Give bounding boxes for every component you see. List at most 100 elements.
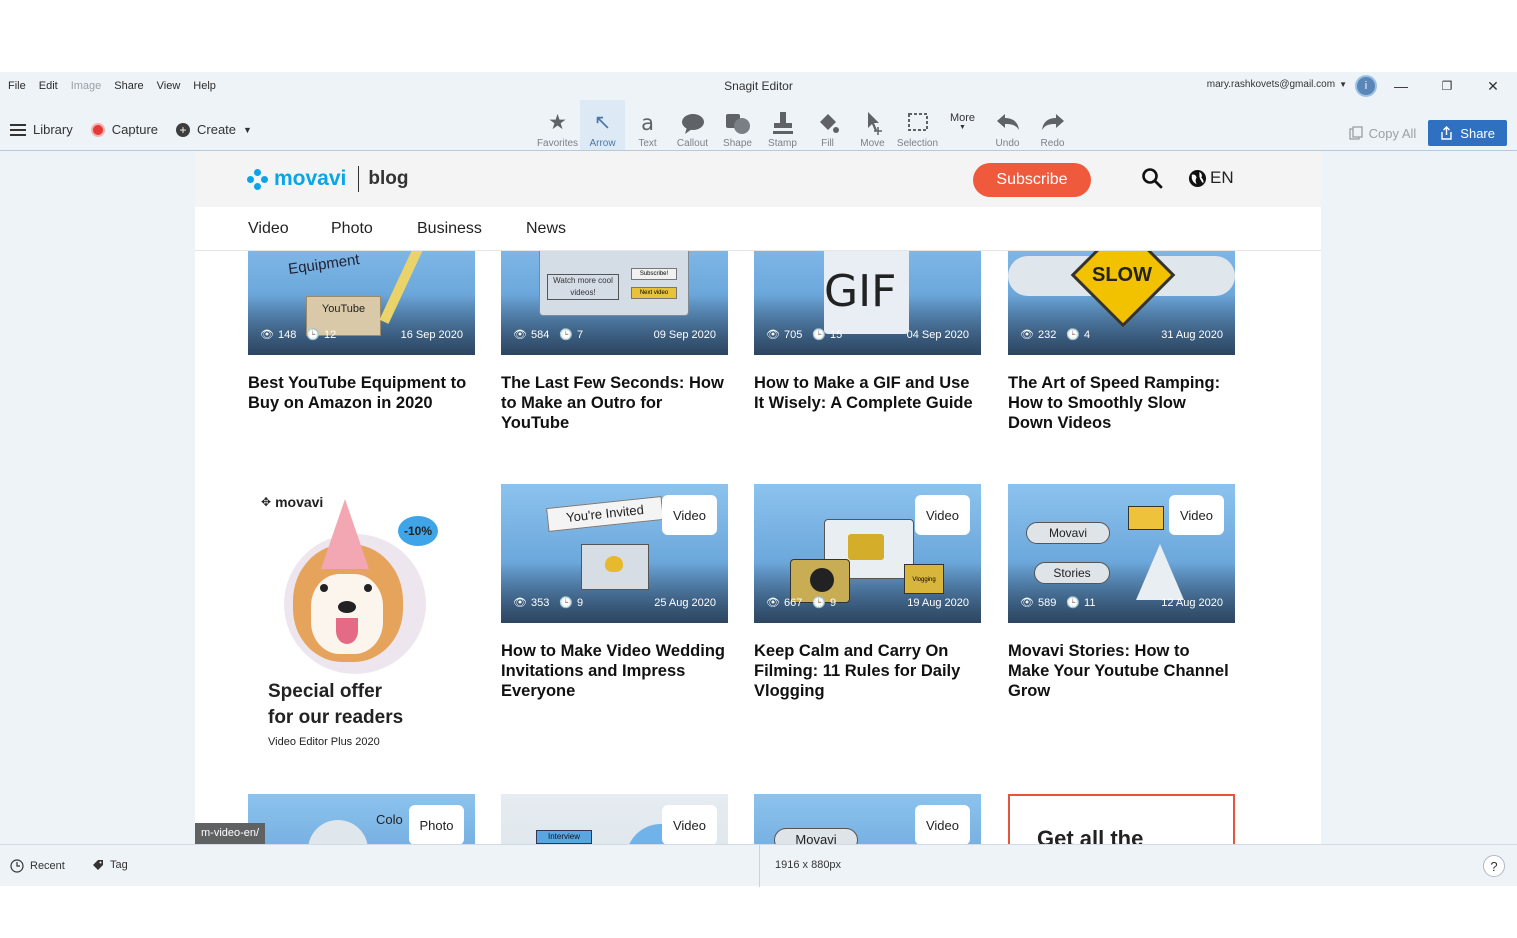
tool-callout[interactable]: Callout bbox=[670, 100, 715, 150]
article-title[interactable]: Keep Calm and Carry On Filming: 11 Rules… bbox=[754, 641, 981, 701]
move-icon bbox=[867, 112, 882, 135]
article-thumbnail[interactable]: Vlogging Video 👁 667 🕒 9 19 Aug 2020 bbox=[754, 484, 981, 623]
category-badge[interactable]: Video bbox=[1169, 495, 1224, 535]
article-thumbnail[interactable]: GIF 👁 705 🕒 15 04 Sep 2020 bbox=[754, 251, 981, 355]
tool-shape[interactable]: Shape bbox=[715, 100, 760, 150]
read-time: 🕒 12 bbox=[306, 328, 336, 342]
menu-image[interactable]: Image bbox=[71, 80, 102, 92]
newsletter-box[interactable]: Get all the bbox=[1008, 794, 1235, 844]
article-thumbnail[interactable]: You're Invited Video 👁 353 🕒 9 25 Aug 2020 bbox=[501, 484, 728, 623]
article-card[interactable]: Watch more cool videos! Subscribe! Next … bbox=[501, 251, 728, 433]
article-card[interactable]: You're Invited Video 👁 353 🕒 9 25 Aug 2020… bbox=[501, 484, 728, 701]
library-button[interactable]: Library bbox=[10, 122, 73, 137]
article-card[interactable]: Equipment YouTube 👁 148 🕒 12 16 Sep 2020 B… bbox=[248, 251, 475, 413]
article-card[interactable]: Colo Photo bbox=[248, 794, 475, 844]
nav-business[interactable]: Business bbox=[417, 220, 482, 238]
views-value: 584 bbox=[530, 328, 550, 341]
search-icon[interactable] bbox=[1141, 167, 1163, 189]
site-logo[interactable]: movavi blog bbox=[247, 166, 408, 192]
tool-more[interactable]: More ▼ bbox=[940, 100, 985, 150]
tool-arrow[interactable]: ↖ Arrow bbox=[580, 100, 625, 150]
read-time: 🕒 11 bbox=[1066, 596, 1096, 610]
article-meta: 👁 589 🕒 11 12 Aug 2020 bbox=[1020, 596, 1223, 610]
minutes-value: 11 bbox=[1084, 596, 1096, 609]
subscribe-button[interactable]: Subscribe bbox=[973, 163, 1091, 197]
avatar[interactable]: i bbox=[1355, 75, 1377, 97]
article-thumbnail[interactable]: SLOW 👁 232 🕒 4 31 Aug 2020 bbox=[1008, 251, 1235, 355]
url-tooltip: m-video-en/ bbox=[195, 823, 266, 844]
menu-file[interactable]: File bbox=[8, 80, 26, 92]
minimize-icon: — bbox=[1394, 78, 1408, 94]
menu-edit[interactable]: Edit bbox=[39, 80, 58, 92]
article-thumbnail[interactable]: Movavi Video bbox=[754, 794, 981, 844]
newsletter-heading: Get all the bbox=[1037, 826, 1144, 844]
tool-favorites[interactable]: ★ Favorites bbox=[535, 100, 580, 150]
tool-stamp[interactable]: Stamp bbox=[760, 100, 805, 150]
tool-label: Shape bbox=[723, 138, 752, 149]
article-thumbnail[interactable]: Colo Photo bbox=[248, 794, 475, 844]
menu-view[interactable]: View bbox=[157, 80, 181, 92]
article-date: 16 Sep 2020 bbox=[400, 328, 463, 341]
article-title[interactable]: Best YouTube Equipment to Buy on Amazon … bbox=[248, 373, 475, 413]
tool-label: Text bbox=[638, 138, 657, 149]
article-title[interactable]: How to Make Video Wedding Invitations an… bbox=[501, 641, 728, 701]
text-icon: a bbox=[641, 111, 654, 135]
article-title[interactable]: The Last Few Seconds: How to Make an Out… bbox=[501, 373, 728, 433]
close-button[interactable]: ✕ bbox=[1483, 76, 1503, 96]
copy-all-button[interactable]: Copy All bbox=[1348, 126, 1416, 141]
nav-video[interactable]: Video bbox=[248, 220, 289, 238]
category-badge[interactable]: Video bbox=[915, 495, 970, 535]
article-meta: 👁 353 🕒 9 25 Aug 2020 bbox=[513, 596, 716, 610]
selection-icon bbox=[907, 113, 928, 131]
article-title[interactable]: Movavi Stories: How to Make Your Youtube… bbox=[1008, 641, 1235, 701]
tool-redo[interactable]: Redo bbox=[1030, 100, 1075, 150]
tool-text[interactable]: a Text bbox=[625, 100, 670, 150]
article-card[interactable]: Interview Video bbox=[501, 794, 728, 844]
account-menu[interactable]: mary.rashkovets@gmail.com ▼ bbox=[1207, 79, 1347, 90]
language-selector[interactable]: EN bbox=[1188, 168, 1234, 188]
restore-button[interactable]: ❐ bbox=[1437, 76, 1457, 96]
capture-button[interactable]: Capture bbox=[90, 122, 158, 137]
article-thumbnail[interactable]: Equipment YouTube 👁 148 🕒 12 16 Sep 2020 bbox=[248, 251, 475, 355]
article-thumbnail[interactable]: Movavi Stories Video 👁 589 🕒 11 12 Aug 202… bbox=[1008, 484, 1235, 623]
clock-icon: 🕒 bbox=[559, 329, 574, 341]
category-badge[interactable]: Video bbox=[662, 495, 717, 535]
help-button[interactable]: ? bbox=[1483, 855, 1505, 877]
article-thumbnail[interactable]: Watch more cool videos! Subscribe! Next … bbox=[501, 251, 728, 355]
article-card[interactable]: Vlogging Video 👁 667 🕒 9 19 Aug 2020 Keep … bbox=[754, 484, 981, 701]
tool-fill[interactable]: Fill bbox=[805, 100, 850, 150]
promo-banner[interactable]: ✥ movavi -10% Special offer for our read… bbox=[248, 484, 475, 754]
article-card[interactable]: GIF 👁 705 🕒 15 04 Sep 2020 How to Make a G… bbox=[754, 251, 981, 413]
tool-selection[interactable]: Selection bbox=[895, 100, 940, 150]
category-badge[interactable]: Photo bbox=[409, 805, 464, 844]
create-button[interactable]: + Create ▼ bbox=[176, 122, 252, 137]
category-badge[interactable]: Video bbox=[915, 805, 970, 844]
eye-icon: 👁 bbox=[513, 597, 527, 609]
tool-move[interactable]: Move bbox=[850, 100, 895, 150]
tool-label: Stamp bbox=[768, 138, 797, 149]
article-title[interactable]: The Art of Speed Ramping: How to Smoothl… bbox=[1008, 373, 1235, 433]
article-thumbnail[interactable]: Interview Video bbox=[501, 794, 728, 844]
capture-canvas[interactable]: movavi blog Subscribe EN Video Photo Bus… bbox=[195, 151, 1321, 844]
article-card[interactable]: Movavi Stories Video 👁 589 🕒 11 12 Aug 202… bbox=[1008, 484, 1235, 701]
read-time: 🕒 7 bbox=[559, 328, 583, 342]
category-badge[interactable]: Video bbox=[662, 805, 717, 844]
movavi-logo-icon bbox=[247, 168, 269, 190]
menu-help[interactable]: Help bbox=[193, 80, 216, 92]
share-button[interactable]: Share bbox=[1428, 120, 1507, 146]
minimize-button[interactable]: — bbox=[1391, 76, 1411, 96]
tool-undo[interactable]: Undo bbox=[985, 100, 1030, 150]
article-card[interactable]: Movavi Video bbox=[754, 794, 981, 844]
eye-icon: 👁 bbox=[1020, 597, 1034, 609]
views-count: 👁 232 bbox=[1020, 328, 1056, 342]
article-card[interactable]: SLOW 👁 232 🕒 4 31 Aug 2020 The Art of Spee… bbox=[1008, 251, 1235, 433]
nav-news[interactable]: News bbox=[526, 220, 566, 238]
tag-button[interactable]: Tag bbox=[92, 859, 128, 871]
thumbnail-art-text: Interview bbox=[536, 830, 592, 844]
nav-photo[interactable]: Photo bbox=[331, 220, 373, 238]
article-title[interactable]: How to Make a GIF and Use It Wisely: A C… bbox=[754, 373, 981, 413]
recent-button[interactable]: Recent bbox=[10, 859, 65, 873]
menu-share[interactable]: Share bbox=[114, 80, 143, 92]
globe-icon bbox=[1188, 169, 1207, 187]
tool-label: Move bbox=[860, 138, 885, 149]
